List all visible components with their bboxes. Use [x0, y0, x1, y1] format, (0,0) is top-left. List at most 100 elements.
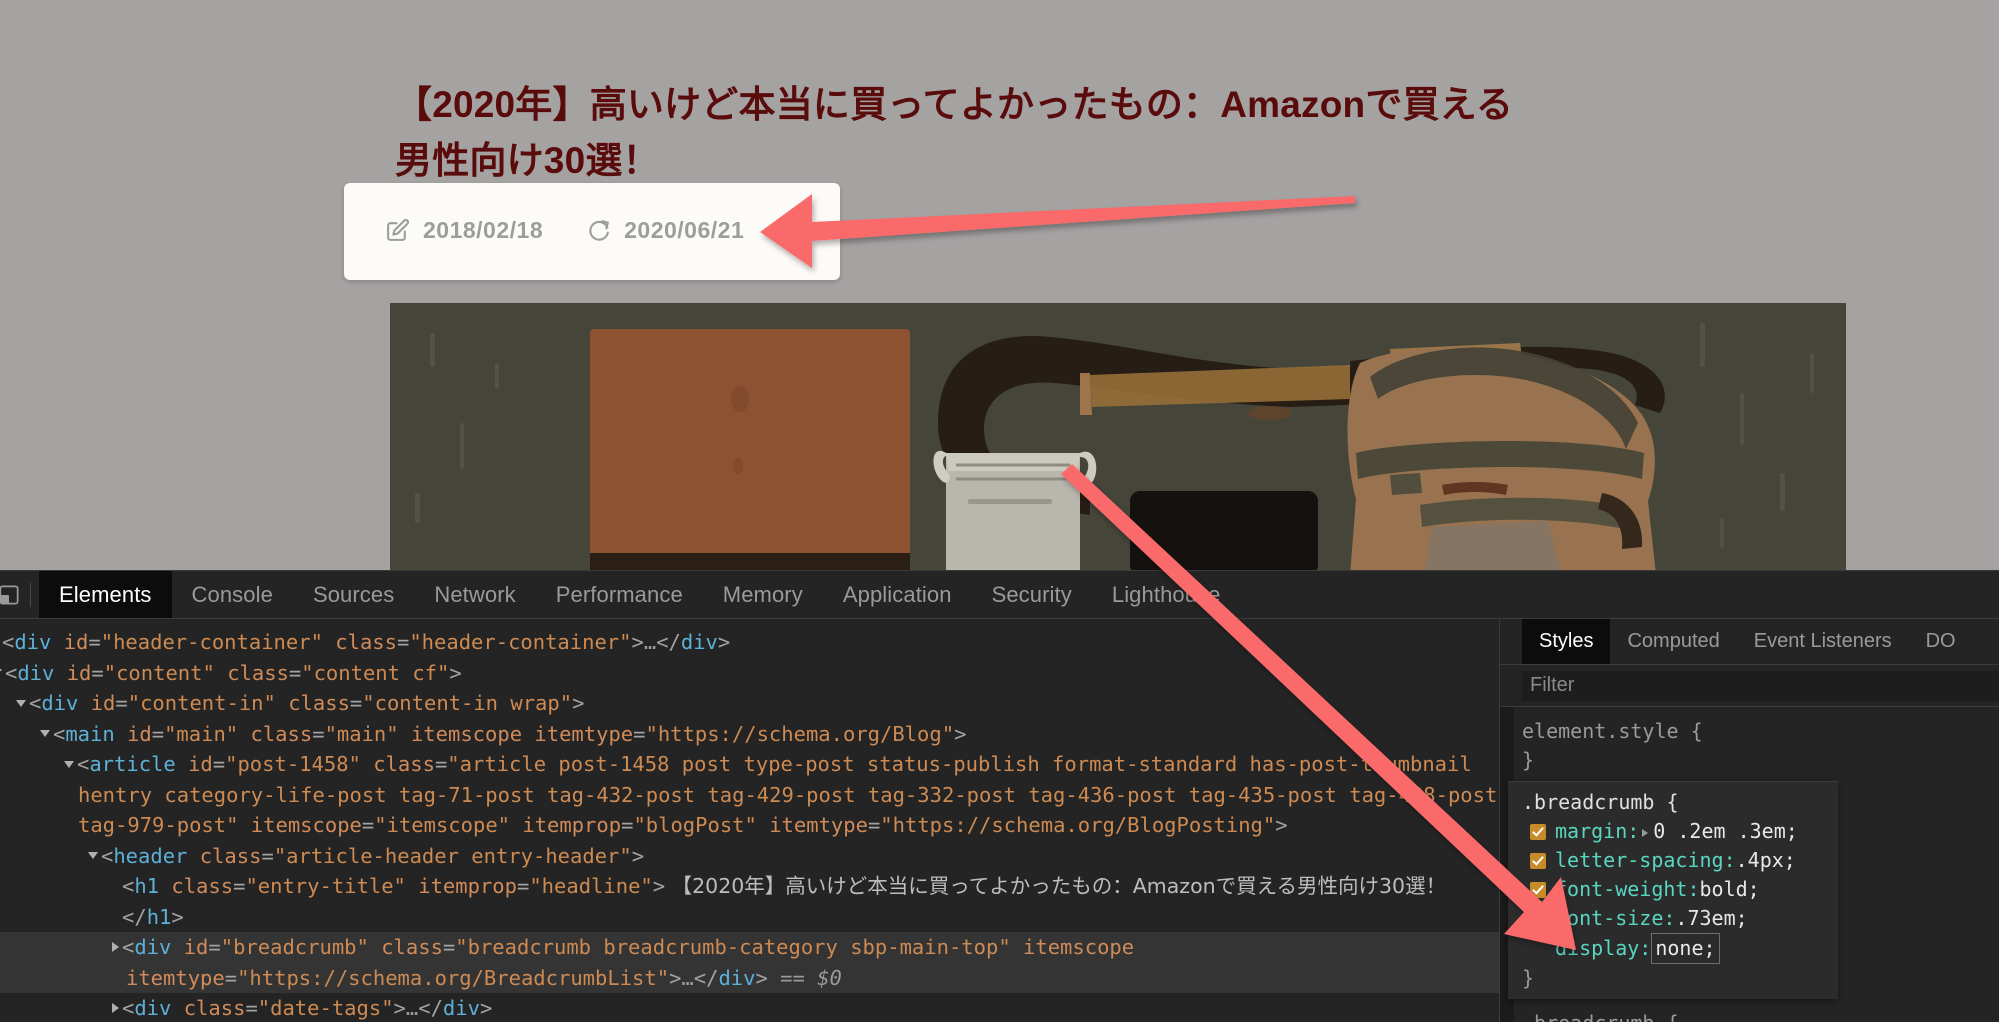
devtools-tab-security[interactable]: Security	[972, 571, 1092, 618]
dom-token-punc: >	[954, 721, 967, 746]
css-property-name[interactable]: margin:	[1555, 817, 1639, 846]
dom-token-tag: article	[89, 752, 176, 776]
css-declaration[interactable]: font-size: .73em;	[1522, 904, 1838, 933]
dom-tree-line[interactable]: <div id="content-in" class="content-in w…	[0, 688, 1499, 719]
devtools-tab-performance[interactable]: Performance	[536, 571, 703, 618]
devtools-tab-network[interactable]: Network	[414, 571, 535, 618]
checkbox-checked-icon[interactable]	[1530, 853, 1546, 869]
dom-token-attr: class	[250, 721, 313, 746]
next-rule-selector[interactable]: .breadcrumb {	[1522, 1009, 1999, 1022]
dom-token-punc	[369, 935, 381, 959]
dom-token-punc	[399, 722, 411, 746]
dom-token-punc: =	[349, 691, 363, 715]
dom-token-punc: >	[669, 965, 682, 990]
css-property-value[interactable]: .73em;	[1675, 904, 1747, 933]
chevron-right-icon[interactable]	[1642, 829, 1649, 837]
chevron-right-icon[interactable]	[112, 942, 119, 952]
chevron-down-icon[interactable]	[0, 669, 2, 676]
dom-tree-line[interactable]: <div id="breadcrumb" class="breadcrumb b…	[0, 932, 1499, 993]
dom-tree-line[interactable]: <header class="article-header entry-head…	[0, 841, 1499, 872]
devtools-tab-elements[interactable]: Elements	[39, 571, 172, 618]
dom-tree-line[interactable]: <article id="post-1458" class="article p…	[0, 749, 1499, 841]
dom-token-punc: =	[88, 630, 101, 654]
css-declaration[interactable]: font-weight: bold;	[1522, 875, 1838, 904]
dock-panel-icon[interactable]	[0, 571, 26, 618]
checkbox-checked-icon[interactable]	[1530, 824, 1546, 840]
devtools-tab-memory[interactable]: Memory	[703, 571, 823, 618]
checkbox-checked-icon[interactable]	[1530, 911, 1546, 927]
css-declaration[interactable]: display: none;	[1522, 933, 1838, 964]
dom-token-tag: div	[41, 691, 79, 715]
css-property-name[interactable]: font-size:	[1555, 904, 1675, 933]
dom-token-punc	[510, 813, 522, 837]
dom-tree[interactable]: <div id="header-container" class="header…	[0, 619, 1500, 1022]
dom-token-val: "itemscope"	[374, 813, 510, 837]
breadcrumb-rule-close: }	[1522, 966, 1535, 990]
web-page-viewport: 【2020年】高いけど本当に買ってよかったもの：Amazonで買える男性向け30…	[0, 0, 1999, 575]
dom-token-punc: </	[656, 630, 681, 654]
devtools-panel: Elements Console Sources Network Performance…	[0, 570, 1999, 1022]
css-property-name[interactable]: font-weight:	[1555, 875, 1700, 904]
chevron-right-icon[interactable]	[112, 1003, 119, 1013]
checkbox-checked-icon[interactable]	[1530, 882, 1546, 898]
styles-tab-computed[interactable]: Computed	[1610, 619, 1736, 664]
page-title: 【2020年】高いけど本当に買ってよかったもの：Amazonで買える男性向け30…	[395, 83, 1514, 182]
dom-tree-line[interactable]: <div class="date-tags">…</div>	[0, 993, 1499, 1022]
devtools-tab-lighthouse[interactable]: Lighthouse	[1092, 571, 1241, 618]
dom-token-val: "entry-title"	[245, 874, 406, 898]
dom-tree-line[interactable]: <h1 class="entry-title" itemprop="headli…	[0, 871, 1499, 902]
dom-token-tag: header	[113, 843, 188, 868]
dom-token-val: "breadcrumb breadcrumb-category sbp-main…	[455, 935, 1011, 959]
dom-token-punc	[238, 722, 250, 746]
css-property-value[interactable]: .4px;	[1736, 846, 1796, 875]
chevron-down-icon[interactable]	[40, 730, 50, 737]
dom-token-punc: =	[208, 935, 221, 959]
styles-filter-input[interactable]	[1522, 670, 1999, 701]
dom-token-ellip: …	[643, 630, 657, 654]
css-property-value[interactable]: none;	[1651, 933, 1720, 964]
dom-token-attr: itemprop	[418, 874, 517, 898]
dom-token-attr: itemprop	[522, 813, 622, 837]
dom-token-val: "content-in wrap"	[362, 691, 573, 715]
styles-tab-styles[interactable]: Styles	[1522, 619, 1611, 664]
breadcrumb-rule-selector[interactable]: .breadcrumb {	[1522, 788, 1838, 817]
chevron-down-icon[interactable]	[64, 760, 74, 768]
css-declaration[interactable]: margin: 0 .2em .3em;	[1522, 817, 1838, 846]
dom-token-tag: h1	[134, 874, 160, 898]
dom-token-txt: 【2020年】高いけど本当に買ってよかったもの：Amazonで買える男性向け30…	[665, 874, 1447, 898]
dom-tree-line[interactable]: <main id="main" class="main" itemscope i…	[0, 719, 1499, 750]
published-date: 2018/02/18	[423, 217, 544, 243]
dom-token-tag: div	[680, 630, 718, 654]
css-property-name[interactable]: letter-spacing:	[1555, 846, 1736, 875]
chevron-down-icon[interactable]	[88, 852, 98, 859]
styles-tab-event-listeners[interactable]: Event Listeners	[1737, 619, 1909, 664]
checkbox-empty-icon[interactable]	[1530, 941, 1546, 957]
devtools-tab-application[interactable]: Application	[823, 571, 972, 618]
css-property-name[interactable]: display:	[1555, 934, 1651, 963]
dom-token-punc: <	[122, 874, 135, 898]
element-style-close: }	[1522, 748, 1535, 772]
styles-tab-do[interactable]: DO	[1909, 619, 1973, 664]
edit-pencil-square-icon	[385, 218, 410, 243]
css-property-value[interactable]: 0 .2em .3em;	[1653, 817, 1798, 846]
dom-token-attr: itemtype	[126, 965, 225, 990]
dom-token-punc: =	[233, 874, 246, 898]
dom-token-attr: class	[227, 660, 289, 685]
devtools-tab-sources[interactable]: Sources	[293, 571, 414, 618]
dom-tree-line[interactable]: <div id="content" class="content cf">	[0, 658, 1499, 689]
dom-token-tag: div	[134, 935, 172, 959]
dom-token-punc: <	[29, 691, 42, 715]
breadcrumb-rule-card: .breadcrumb { margin: 0 .2em .3em; letter-…	[1508, 781, 1838, 999]
css-declaration[interactable]: letter-spacing: .4px;	[1522, 846, 1838, 875]
css-property-value[interactable]: bold;	[1700, 875, 1760, 904]
dom-token-punc: =	[434, 752, 448, 776]
devtools-tab-console[interactable]: Console	[172, 571, 293, 618]
chevron-down-icon[interactable]	[16, 699, 26, 707]
dom-token-punc: >	[652, 874, 666, 898]
dom-token-punc: =	[516, 874, 530, 898]
dom-tree-line[interactable]: </h1>	[0, 902, 1499, 933]
dom-tree-line[interactable]: <div id="header-container" class="header…	[0, 627, 1499, 658]
dom-token-punc: >	[717, 630, 731, 654]
dom-token-punc: </	[693, 965, 719, 990]
element-style-selector[interactable]: element.style {	[1522, 717, 1999, 746]
